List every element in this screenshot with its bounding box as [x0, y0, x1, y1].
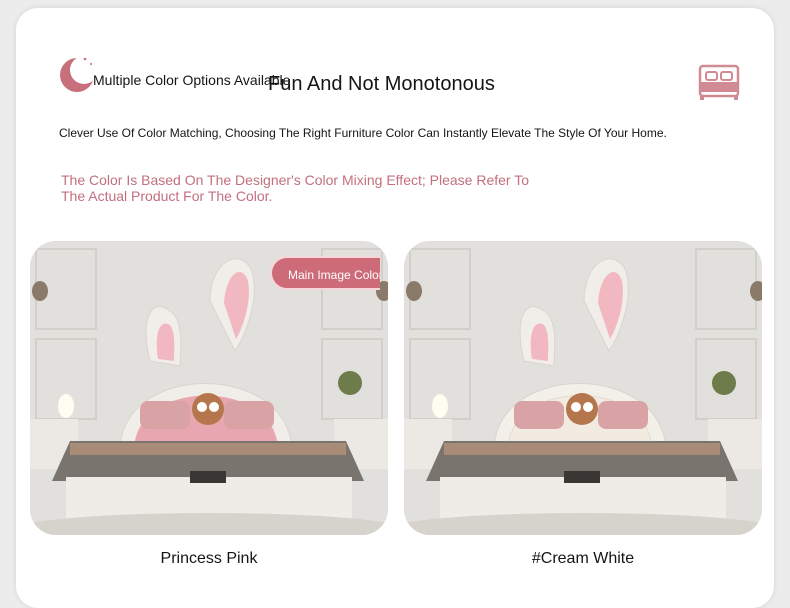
caption-princess-pink: Princess Pink — [160, 550, 258, 567]
bed-icon — [698, 64, 740, 100]
content-card: Multiple Color Options Available Fun And… — [16, 8, 774, 608]
color-note: The Color Is Based On The Designer's Col… — [61, 172, 530, 204]
main-image-color-badge: Main Image Color — [270, 256, 380, 290]
description-text: Clever Use Of Color Matching, Choosing T… — [59, 126, 667, 140]
moon-icon — [60, 56, 96, 92]
header-subtitle: Multiple Color Options Available — [93, 72, 291, 88]
product-image-cream-white[interactable] — [404, 241, 762, 535]
caption-cream-white: #Cream White — [531, 550, 635, 567]
page-title: Fun And Not Monotonous — [268, 73, 495, 95]
